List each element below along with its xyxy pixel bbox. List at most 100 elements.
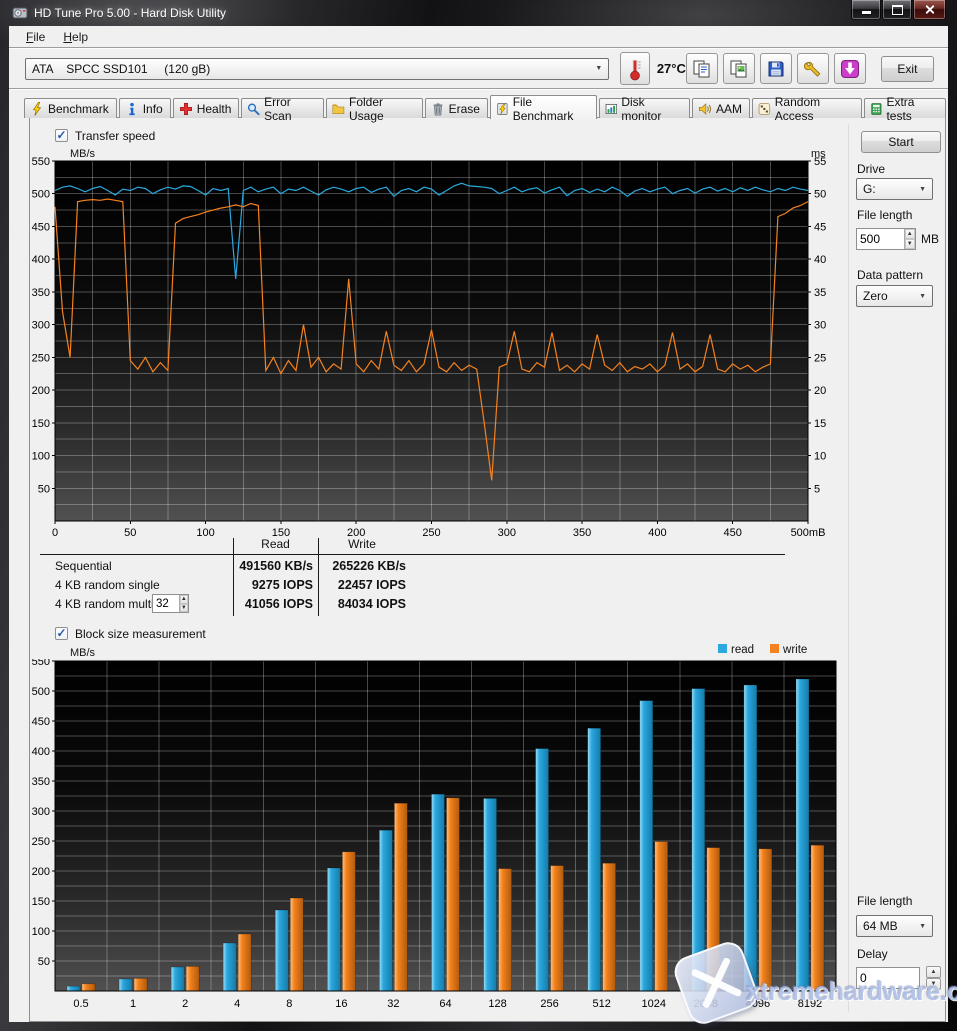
spin-up-icon[interactable]: ▲ [905,229,915,239]
table-header-read: Read [233,537,318,551]
maximize-icon [892,5,903,15]
write-bar [551,866,564,991]
file-length-label: File length [857,208,912,222]
titlebar[interactable]: HD Tune Pro 5.00 - Hard Disk Utility [0,0,957,26]
spin-down-icon[interactable]: ▼ [905,239,915,249]
svg-text:2: 2 [182,998,188,1010]
drive-selector-value: ATA SPCC SSD101 (120 gB) [32,62,210,76]
svg-text:400: 400 [32,746,50,758]
svg-text:0.5: 0.5 [73,998,88,1010]
svg-text:128: 128 [488,998,506,1010]
transfer-speed-checkbox[interactable] [55,129,68,142]
file-length2-label: File length [857,894,912,908]
tab-label: Health [197,102,232,116]
write-bar [186,966,199,991]
tab-erase[interactable]: Erase [425,98,488,118]
write-bar [134,978,147,991]
svg-text:300: 300 [32,806,50,818]
exit-button[interactable]: Exit [881,56,934,82]
file-length-unit: MB [921,232,939,246]
svg-text:512: 512 [593,998,611,1010]
tab-health[interactable]: Health [173,98,240,118]
svg-text:400: 400 [32,254,50,266]
legend-item-read: read [718,644,754,656]
block-size-chart: 550500450400350300250200150100500.512481… [30,659,890,1021]
tab-benchmark[interactable]: Benchmark [24,98,117,118]
dropdown-arrow-icon: ▼ [914,186,926,193]
tab-label: Error Scan [264,95,316,123]
data-pattern-select[interactable]: Zero ▼ [856,285,933,307]
drive-select[interactable]: G: ▼ [856,178,933,200]
tab-label: Info [143,102,163,116]
read-bar [171,967,184,991]
tab-info[interactable]: Info [119,98,171,118]
write-bar [759,849,772,991]
tab-error-scan[interactable]: Error Scan [241,98,324,118]
save-button[interactable] [760,53,792,84]
minimize-button[interactable] [851,0,881,20]
svg-text:5: 5 [814,483,820,495]
maximize-button[interactable] [882,0,912,20]
file-length-spinner[interactable]: ▲ ▼ [904,229,915,249]
tab-label: Disk monitor [621,95,682,123]
svg-text:250: 250 [32,836,50,848]
drive-select-value: G: [863,182,876,196]
svg-text:35: 35 [814,287,826,299]
drive-selector[interactable]: ATA SPCC SSD101 (120 gB) ▼ [25,58,609,80]
read-bar [640,701,653,991]
tab-folder-usage[interactable]: Folder Usage [326,98,422,118]
copy-image-button[interactable] [723,53,755,84]
tab-extra-tests[interactable]: Extra tests [864,98,946,118]
file-length-select[interactable]: 64 MB ▼ [856,915,933,937]
write-bar [447,798,460,991]
menu-item-file[interactable]: File [17,28,54,46]
svg-text:30: 30 [814,320,826,332]
write-swatch-icon [770,644,779,653]
transfer-speed-label: Transfer speed [75,129,155,143]
y-axis-unit-bottom-chart: MB/s [70,647,95,659]
read-bar [588,728,601,991]
save-icon [766,59,786,79]
svg-text:45: 45 [814,221,826,233]
app-window: HD Tune Pro 5.00 - Hard Disk Utility Fil… [0,0,957,1031]
menu-item-help[interactable]: Help [54,28,97,46]
tab-file-benchmark[interactable]: File Benchmark [490,95,597,119]
data-pattern-label: Data pattern [857,268,923,282]
copy-text-button[interactable] [686,53,718,84]
start-button[interactable]: Start [861,131,941,153]
temperature-button[interactable] [620,52,650,85]
svg-text:1024: 1024 [642,998,666,1010]
copy-image-icon [729,59,749,79]
read-value: 491560 KB/s [140,559,313,573]
write-value: 22457 IOPS [323,578,406,592]
svg-text:25: 25 [814,352,826,364]
tab-disk-monitor[interactable]: Disk monitor [599,98,690,118]
table-header-write: Write [318,537,406,551]
tab-random-access[interactable]: Random Access [752,98,862,118]
read-bar [119,979,132,991]
random-access-icon [758,102,771,116]
close-button[interactable] [913,0,946,20]
svg-text:500: 500 [32,189,50,201]
health-icon [179,102,193,116]
dropdown-arrow-icon: ▼ [914,923,926,930]
svg-text:32: 32 [387,998,399,1010]
tab-aam[interactable]: AAM [692,98,750,118]
file-length-value[interactable] [857,229,904,249]
svg-text:350: 350 [32,287,50,299]
block-size-checkbox[interactable] [55,627,68,640]
transfer-speed-chart: 5505004504003503002502001501005055504540… [30,148,875,548]
file-length-input[interactable]: ▲ ▼ [856,228,916,250]
tab-label: AAM [716,102,742,116]
tab-label: Folder Usage [349,95,415,123]
svg-text:250: 250 [32,352,50,364]
tab-label: Benchmark [48,102,109,116]
block-size-label: Block size measurement [75,627,206,641]
options-button[interactable] [797,53,829,84]
write-value: 265226 KB/s [323,559,406,573]
download-button[interactable] [834,53,866,84]
read-bar [744,685,757,991]
minimize-icon [862,11,871,14]
read-bar [327,868,340,991]
svg-text:16: 16 [335,998,347,1010]
